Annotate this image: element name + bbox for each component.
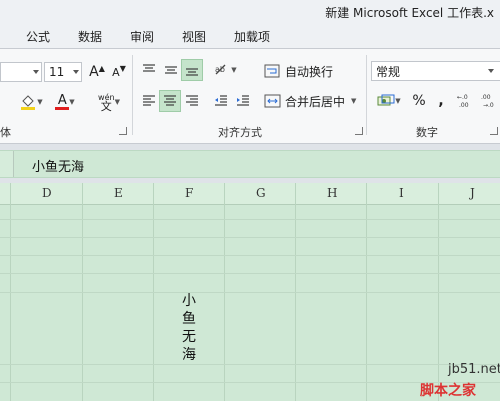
align-left-icon <box>143 95 155 106</box>
column-header-d[interactable]: D <box>42 186 52 200</box>
decrease-font-icon: A <box>112 65 120 79</box>
paint-bucket-icon <box>21 95 36 110</box>
column-header-f[interactable]: F <box>185 186 193 200</box>
tab-addins[interactable]: 加载项 <box>234 28 270 45</box>
merge-center-button[interactable]: 合并后居中 ▼ <box>264 90 356 112</box>
ribbon: 11 A ▲ A ▼ ▼ A ▼ wén 文 ▼ 体 ab ▼ 自动换行 合并后… <box>0 49 500 144</box>
increase-font-button[interactable]: A ▲ <box>86 61 108 83</box>
percent-button[interactable]: % <box>408 90 430 112</box>
alignment-group-label: 对齐方式 <box>218 126 262 139</box>
font-color-icon: A <box>57 93 67 108</box>
align-bottom-icon <box>186 68 198 76</box>
formula-bar[interactable]: 小鱼无海 <box>0 150 500 178</box>
title-bar: 新建 Microsoft Excel 工作表.x <box>0 0 500 23</box>
svg-text:→.0: →.0 <box>483 102 494 109</box>
font-group-label: 体 <box>0 126 11 139</box>
chevron-down-icon <box>33 70 39 74</box>
merge-center-label: 合并后居中 <box>285 94 346 109</box>
name-box[interactable] <box>0 151 14 177</box>
wrap-text-icon <box>264 64 280 78</box>
increase-font-icon: A <box>89 64 99 80</box>
svg-text:←.0: ←.0 <box>457 94 468 101</box>
worksheet-grid[interactable]: D E F G H I J <box>0 183 500 401</box>
decrease-indent-icon <box>215 95 227 106</box>
watermark-site: jb51.net <box>448 362 500 377</box>
chevron-down-icon[interactable]: ▼ <box>351 97 356 105</box>
increase-decimal-button[interactable]: ←.0.00 <box>456 90 478 112</box>
column-header-j[interactable]: J <box>470 186 475 200</box>
chevron-down-icon <box>73 70 79 74</box>
align-middle-icon <box>165 66 177 74</box>
column-header-i[interactable]: I <box>399 186 404 200</box>
watermark-name: 脚本之家 <box>420 383 476 399</box>
decrease-indent-button[interactable] <box>210 90 232 112</box>
number-dialog-launcher-icon[interactable] <box>490 127 498 135</box>
font-color-button[interactable]: A ▼ <box>52 91 78 113</box>
formula-bar-content[interactable]: 小鱼无海 <box>32 156 84 175</box>
tab-formulas[interactable]: 公式 <box>26 28 50 45</box>
align-center-button[interactable] <box>159 90 181 112</box>
fill-color-button[interactable]: ▼ <box>18 91 44 113</box>
orientation-button[interactable]: ab ▼ <box>210 59 240 81</box>
svg-text:.00: .00 <box>481 94 491 101</box>
align-right-icon <box>186 95 198 106</box>
svg-text:ab: ab <box>215 65 225 74</box>
font-size-value: 11 <box>49 65 65 79</box>
merge-cells-icon <box>264 94 281 108</box>
align-top-button[interactable] <box>138 59 160 81</box>
increase-indent-button[interactable] <box>232 90 254 112</box>
wrap-text-button[interactable]: 自动换行 <box>264 60 333 82</box>
align-center-icon <box>164 95 176 106</box>
decrease-decimal-button[interactable]: .00 →.0 <box>480 90 500 112</box>
ribbon-tabs: 公式 数据 审阅 视图 加载项 <box>0 23 500 49</box>
tab-view[interactable]: 视图 <box>182 28 206 45</box>
number-format-combo[interactable]: 常规 <box>371 61 500 81</box>
increase-indent-icon <box>237 95 249 106</box>
align-middle-button[interactable] <box>160 59 182 81</box>
phonetic-guide-button[interactable]: wén 文 ▼ <box>94 91 124 113</box>
column-header-g[interactable]: G <box>256 186 266 200</box>
comma-style-button[interactable]: , <box>430 90 452 112</box>
text-orientation-icon: ab <box>215 64 226 75</box>
tab-data[interactable]: 数据 <box>78 28 102 45</box>
font-size-combo[interactable]: 11 <box>44 62 82 82</box>
wrap-text-label: 自动换行 <box>285 64 334 79</box>
currency-button[interactable]: ▼ <box>374 90 404 112</box>
font-name-combo[interactable] <box>0 62 42 82</box>
align-left-button[interactable] <box>138 90 160 112</box>
increase-decimal-icon: ←.0.00 <box>457 94 469 109</box>
column-header-e[interactable]: E <box>114 186 123 200</box>
comma-icon: , <box>438 93 444 109</box>
column-header-row: D E F G H I J <box>0 183 500 205</box>
alignment-dialog-launcher-icon[interactable] <box>355 127 363 135</box>
decrease-font-button[interactable]: A ▼ <box>108 61 130 83</box>
decrease-decimal-icon: .00→.0 <box>481 94 494 109</box>
currency-icon <box>377 94 395 106</box>
window-title: 新建 Microsoft Excel 工作表.x <box>325 6 494 20</box>
percent-icon: % <box>412 93 426 109</box>
tab-review[interactable]: 审阅 <box>130 28 154 45</box>
chevron-down-icon <box>488 69 494 73</box>
align-right-button[interactable] <box>181 90 203 112</box>
align-top-icon <box>143 64 155 72</box>
font-dialog-launcher-icon[interactable] <box>119 127 127 135</box>
number-group-label: 数字 <box>416 126 438 139</box>
number-format-value: 常规 <box>376 64 401 79</box>
cell-f-vertical-text[interactable]: 小 鱼 无 海 <box>181 292 197 364</box>
column-header-h[interactable]: H <box>327 186 337 200</box>
align-bottom-button[interactable] <box>181 59 203 81</box>
svg-text:.00: .00 <box>459 102 469 109</box>
